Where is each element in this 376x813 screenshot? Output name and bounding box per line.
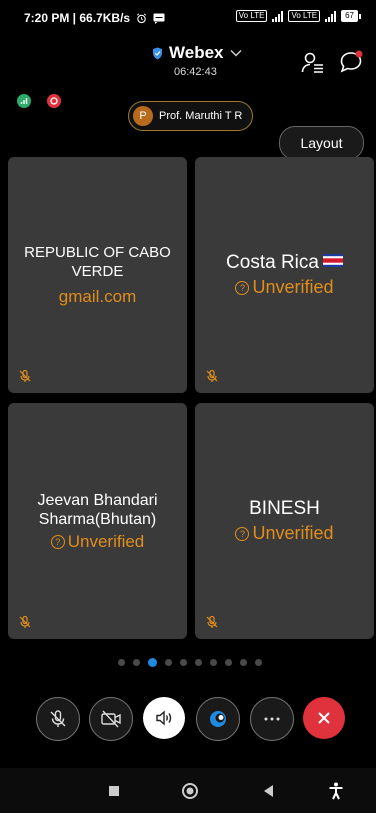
unverified-text: Unverified [252, 523, 334, 543]
host-indicator[interactable]: P Prof. Maruthi T R [128, 101, 254, 131]
status-left: 7:20 PM | 66.7KB/s [24, 11, 165, 25]
unverified-label: ? Unverified [50, 531, 145, 552]
volte-badge: Vo LTE [235, 10, 268, 22]
mic-off-icon [206, 615, 218, 628]
square-icon [109, 786, 119, 796]
back-button[interactable] [259, 782, 277, 800]
participant-name: BINESH [249, 498, 320, 519]
mic-off-icon [206, 369, 218, 382]
page-dot-active[interactable] [148, 658, 157, 667]
participants-button[interactable] [300, 50, 326, 76]
host-avatar: P [133, 106, 153, 126]
meeting-info-dropdown[interactable]: Webex [152, 43, 242, 63]
signal-icon [272, 10, 284, 22]
participant-tile[interactable]: Jeevan Bhandari Sharma(Bhutan) ? Unverif… [8, 403, 187, 639]
share-icon [210, 711, 226, 727]
participant-name: Jeevan Bhandari Sharma(Bhutan) [37, 491, 158, 528]
share-button[interactable] [196, 697, 240, 741]
meeting-timer: 06:42:43 [174, 66, 217, 78]
video-off-icon [101, 710, 121, 728]
participant-tile[interactable]: REPUBLIC OF CABO VERDE gmail.com [8, 157, 187, 393]
participants-icon [301, 52, 323, 73]
unverified-text: Unverified [67, 531, 145, 551]
page-dot[interactable] [165, 659, 172, 666]
battery-icon: 67 [341, 10, 361, 22]
accessibility-button[interactable] [327, 782, 345, 800]
message-icon [153, 13, 165, 24]
recents-button[interactable] [105, 782, 123, 800]
status-bar: 7:20 PM | 66.7KB/s Vo LTE Vo LTE 67 [0, 0, 376, 34]
mic-off-icon [19, 615, 31, 628]
question-icon: ? [235, 280, 250, 295]
participant-tile[interactable]: BINESH ? Unverified [195, 403, 374, 639]
more-button[interactable] [250, 697, 294, 741]
participant-name: REPUBLIC OF CABO VERDE [24, 244, 171, 280]
page-dot[interactable] [225, 659, 232, 666]
page-dot[interactable] [118, 659, 125, 666]
chat-button[interactable] [338, 49, 364, 75]
speaker-icon [156, 710, 172, 726]
mute-icon [50, 710, 66, 727]
end-call-icon [318, 712, 330, 724]
chevron-down-icon [229, 49, 242, 57]
mic-off-icon [19, 369, 31, 382]
page-indicator[interactable] [118, 658, 262, 667]
status-right: Vo LTE Vo LTE 67 [235, 10, 361, 22]
unverified-label: ? Unverified [235, 523, 334, 544]
question-icon: ? [50, 534, 65, 549]
app-title: Webex [169, 43, 224, 62]
costa-rica-flag-icon [322, 254, 343, 268]
question-icon: ? [235, 526, 250, 541]
volte-badge-2: Vo LTE [288, 10, 321, 22]
chat-icon [340, 50, 363, 73]
page-dot[interactable] [255, 659, 262, 666]
page-dot[interactable] [210, 659, 217, 666]
page-dot[interactable] [195, 659, 202, 666]
unverified-text: Unverified [252, 277, 334, 297]
status-time-speed: 7:20 PM | 66.7KB/s [24, 11, 131, 25]
page-dot[interactable] [180, 659, 187, 666]
video-button[interactable] [89, 697, 133, 741]
back-triangle-icon [264, 785, 273, 797]
speaker-button[interactable] [143, 697, 185, 739]
meeting-header: Webex 06:42:43 [0, 40, 376, 80]
signal-icon-2 [325, 10, 337, 22]
participant-email-text: gmail.com [58, 287, 137, 306]
alarm-icon [137, 13, 147, 23]
participant-name-text: Costa Rica [226, 252, 319, 273]
more-icon [264, 717, 280, 721]
unverified-label: ? Unverified [235, 277, 334, 298]
system-nav-bar [0, 768, 376, 813]
mute-button[interactable] [36, 697, 80, 741]
end-call-button[interactable] [303, 697, 345, 739]
circle-icon [182, 783, 198, 799]
page-dot[interactable] [240, 659, 247, 666]
participant-tile[interactable]: Costa Rica ? Unverified [195, 157, 374, 393]
page-dot[interactable] [133, 659, 140, 666]
participant-email: gmail.com [59, 287, 136, 307]
home-button[interactable] [181, 782, 199, 800]
layout-button[interactable]: Layout [279, 126, 364, 160]
accessibility-icon [329, 782, 343, 800]
shield-icon [153, 47, 162, 59]
participant-name: Costa Rica [218, 252, 351, 274]
network-quality-icon[interactable] [17, 94, 31, 108]
recording-icon[interactable] [47, 94, 61, 108]
host-name: Prof. Maruthi T R [159, 110, 243, 122]
